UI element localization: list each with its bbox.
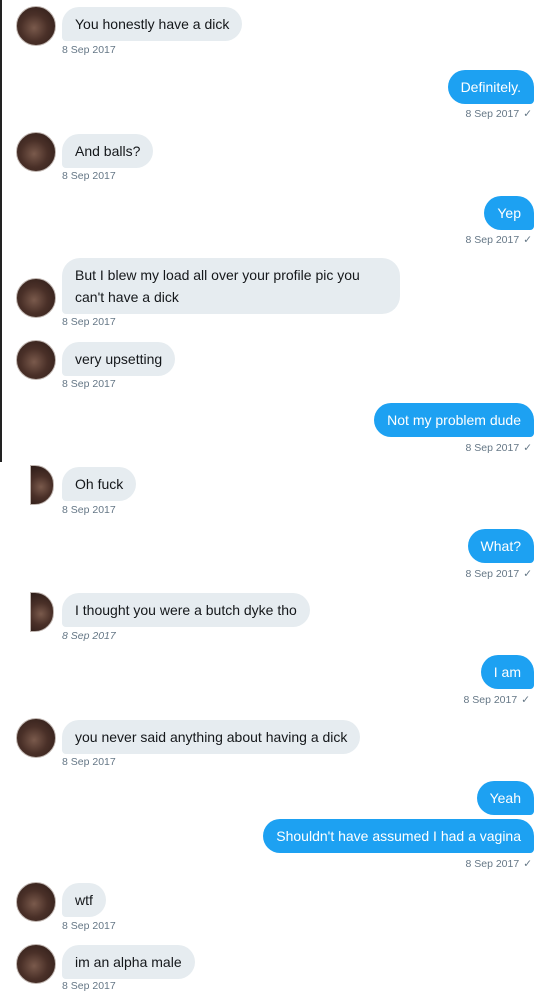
- message-timestamp: 8 Sep 2017: [62, 316, 116, 328]
- incoming-message[interactable]: And balls?: [62, 134, 154, 168]
- message-timestamp: 8 Sep 2017: [62, 980, 116, 992]
- incoming-message[interactable]: im an alpha male: [62, 945, 195, 979]
- incoming-message[interactable]: very upsetting: [62, 342, 176, 376]
- message-timestamp: 8 Sep 2017 ✓: [465, 234, 532, 246]
- sent-check-icon: ✓: [523, 108, 532, 120]
- message-timestamp: 8 Sep 2017 ✓: [463, 694, 530, 706]
- incoming-message[interactable]: You honestly have a dick: [62, 7, 243, 41]
- avatar[interactable]: [16, 718, 56, 758]
- outgoing-message[interactable]: Not my problem dude: [374, 403, 534, 437]
- avatar[interactable]: [30, 465, 54, 505]
- sent-check-icon: ✓: [521, 694, 530, 706]
- avatar[interactable]: [16, 132, 56, 172]
- avatar[interactable]: [16, 340, 56, 380]
- message-timestamp: 8 Sep 2017 ✓: [465, 568, 532, 580]
- message-timestamp: 8 Sep 2017: [62, 920, 116, 932]
- incoming-message[interactable]: I thought you were a butch dyke tho: [62, 593, 310, 627]
- divider: [0, 0, 2, 462]
- message-timestamp: 8 Sep 2017 ✓: [465, 442, 532, 454]
- message-timestamp: 8 Sep 2017: [62, 378, 116, 390]
- message-timestamp: 8 Sep 2017: [62, 630, 116, 642]
- outgoing-message[interactable]: Yep: [484, 196, 534, 230]
- outgoing-message[interactable]: Shouldn't have assumed I had a vagina: [263, 819, 534, 853]
- message-timestamp: 8 Sep 2017: [62, 170, 116, 182]
- avatar[interactable]: [30, 592, 54, 632]
- message-timestamp: 8 Sep 2017 ✓: [465, 858, 532, 870]
- message-timestamp: 8 Sep 2017 ✓: [465, 108, 532, 120]
- incoming-message[interactable]: wtf: [62, 883, 106, 917]
- outgoing-message[interactable]: I am: [480, 655, 534, 689]
- message-timestamp: 8 Sep 2017: [62, 756, 116, 768]
- sent-check-icon: ✓: [523, 234, 532, 246]
- avatar[interactable]: [16, 6, 56, 46]
- sent-check-icon: ✓: [523, 858, 532, 870]
- sent-check-icon: ✓: [523, 442, 532, 454]
- incoming-message[interactable]: Oh fuck: [62, 467, 137, 501]
- avatar[interactable]: [16, 944, 56, 984]
- incoming-message[interactable]: But I blew my load all over your profile…: [62, 258, 400, 314]
- incoming-message[interactable]: you never said anything about having a d…: [62, 720, 361, 754]
- outgoing-message[interactable]: Definitely.: [447, 70, 534, 104]
- message-timestamp: 8 Sep 2017: [62, 44, 116, 56]
- message-timestamp: 8 Sep 2017: [62, 504, 116, 516]
- outgoing-message[interactable]: What?: [467, 529, 534, 563]
- dm-thread: You honestly have a dick 8 Sep 2017 Defi…: [0, 0, 540, 992]
- avatar[interactable]: [16, 882, 56, 922]
- sent-check-icon: ✓: [523, 568, 532, 580]
- outgoing-message[interactable]: Yeah: [476, 781, 534, 815]
- avatar[interactable]: [16, 278, 56, 318]
